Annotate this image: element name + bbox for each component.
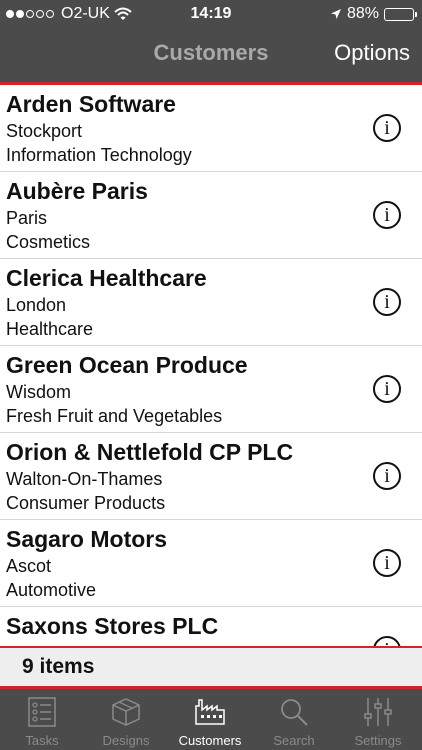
tab-label: Search [273, 733, 315, 748]
customer-name: Clerica Healthcare [6, 265, 207, 291]
customer-industry: Healthcare [6, 319, 94, 339]
tab-bar: Tasks Designs Customers Search Settings [0, 689, 422, 750]
customer-city: Ascot [6, 556, 52, 576]
info-icon[interactable]: i [373, 549, 401, 577]
info-icon[interactable]: i [373, 462, 401, 490]
tab-customers[interactable]: Customers [168, 689, 252, 750]
list-item[interactable]: Saxons Stores PLC i [0, 607, 422, 648]
customer-name: Green Ocean Produce [6, 352, 248, 378]
item-count: 9 items [22, 655, 95, 678]
customer-list[interactable]: Arden Software Stockport Information Tec… [0, 85, 422, 648]
customer-name: Saxons Stores PLC [6, 613, 219, 639]
location-arrow-icon [330, 9, 341, 19]
tab-tasks[interactable]: Tasks [0, 689, 84, 750]
list-item[interactable]: Green Ocean Produce Wisdom Fresh Fruit a… [0, 346, 422, 433]
list-item[interactable]: Orion & Nettlefold CP PLC Walton-On-Tham… [0, 433, 422, 520]
customer-industry: Information Technology [6, 145, 192, 165]
info-icon[interactable]: i [373, 114, 401, 142]
info-icon[interactable]: i [373, 201, 401, 229]
tab-label: Designs [102, 733, 150, 748]
customer-city: Stockport [6, 121, 83, 141]
customer-name: Orion & Nettlefold CP PLC [6, 439, 294, 465]
tab-label: Tasks [25, 733, 59, 748]
search-icon [281, 699, 308, 726]
customer-industry: Consumer Products [6, 493, 166, 513]
designs-icon [112, 698, 140, 726]
item-count-bar: 9 items [0, 648, 422, 686]
tab-label: Settings [354, 733, 402, 748]
status-bar: O2-UK 14:19 88% [0, 0, 422, 28]
status-right: 88% [330, 0, 417, 28]
info-icon[interactable]: i [373, 288, 401, 316]
customer-city: Walton-On-Thames [6, 469, 163, 489]
customer-industry: Fresh Fruit and Vegetables [6, 406, 223, 426]
customer-industry: Cosmetics [6, 232, 91, 252]
battery-icon [384, 7, 417, 21]
tab-settings[interactable]: Settings [336, 689, 420, 750]
list-item[interactable]: Clerica Healthcare London Healthcare i [0, 259, 422, 346]
options-button[interactable]: Options [334, 40, 410, 66]
customer-name: Sagaro Motors [6, 526, 168, 552]
customer-city: Wisdom [6, 382, 72, 402]
top-bar: O2-UK 14:19 88% Customers Options [0, 0, 422, 82]
customer-city: Paris [6, 208, 48, 228]
customer-name: Aubère Paris [6, 178, 148, 204]
settings-icon [364, 698, 392, 726]
customer-name: Arden Software [6, 91, 176, 117]
customer-city: London [6, 295, 67, 315]
customers-icon [195, 699, 225, 725]
tasks-icon [28, 697, 56, 727]
customer-industry: Automotive [6, 580, 97, 600]
list-item[interactable]: Sagaro Motors Ascot Automotive i [0, 520, 422, 607]
tab-designs[interactable]: Designs [84, 689, 168, 750]
list-item[interactable]: Aubère Paris Paris Cosmetics i [0, 172, 422, 259]
list-item[interactable]: Arden Software Stockport Information Tec… [0, 85, 422, 172]
info-icon[interactable]: i [373, 375, 401, 403]
tab-search[interactable]: Search [252, 689, 336, 750]
tab-label: Customers [178, 733, 242, 748]
battery-percent: 88% [346, 5, 379, 22]
